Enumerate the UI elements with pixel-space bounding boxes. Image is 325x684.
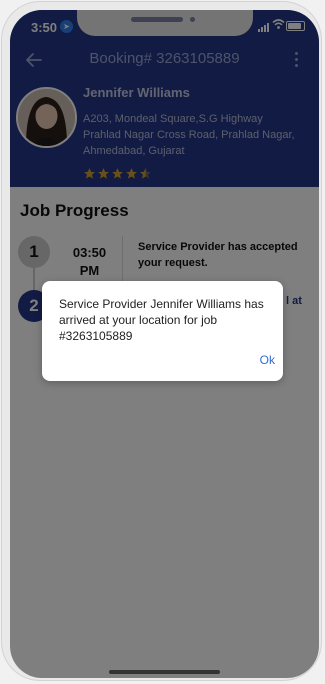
ok-button[interactable]: Ok xyxy=(260,353,275,367)
dialog-message: Service Provider Jennifer Williams has a… xyxy=(59,297,264,343)
home-indicator xyxy=(109,670,220,674)
arrival-alert-dialog: Service Provider Jennifer Williams has a… xyxy=(42,281,283,381)
